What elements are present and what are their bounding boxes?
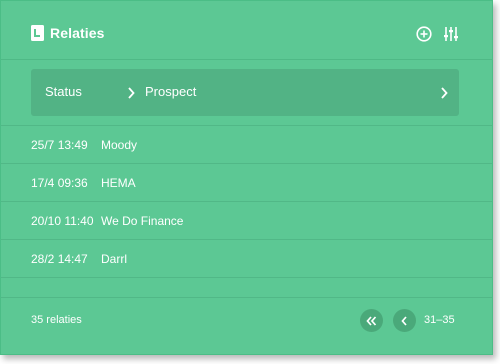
sliders-icon[interactable]	[443, 26, 459, 42]
page-range: 31–35	[424, 314, 455, 326]
relaties-widget: Relaties Status Prospect 25/7 13:49 Mood…	[0, 0, 493, 355]
item-timestamp: 28/2 14:47	[31, 252, 88, 266]
item-name: Darrl	[101, 252, 127, 266]
widget-title: Relaties	[50, 25, 105, 41]
relation-count: 35 relaties	[31, 314, 82, 326]
previous-page-button[interactable]	[393, 309, 416, 332]
relation-list: 25/7 13:49 Moody 17/4 09:36 HEMA 20/10 1…	[1, 125, 492, 278]
item-timestamp: 17/4 09:36	[31, 176, 88, 190]
item-timestamp: 20/10 11:40	[31, 214, 94, 228]
add-relation-icon[interactable]	[416, 26, 432, 42]
footer-divider	[1, 297, 492, 298]
chevron-left-icon	[401, 315, 407, 326]
item-name: HEMA	[101, 176, 136, 190]
list-item[interactable]: 28/2 14:47 Darrl	[1, 239, 492, 278]
list-item[interactable]: 25/7 13:49 Moody	[1, 125, 492, 163]
list-item[interactable]: 20/10 11:40 We Do Finance	[1, 201, 492, 239]
item-timestamp: 25/7 13:49	[31, 138, 88, 152]
double-chevron-left-icon	[366, 315, 377, 326]
status-filter[interactable]: Status Prospect	[31, 69, 459, 116]
widget-title-group: Relaties	[31, 25, 105, 41]
first-page-button[interactable]	[360, 309, 383, 332]
filter-key: Status	[45, 84, 82, 99]
address-book-icon	[31, 25, 44, 41]
item-name: We Do Finance	[101, 214, 184, 228]
chevron-right-icon	[127, 86, 135, 99]
item-name: Moody	[101, 138, 138, 152]
widget-header: Relaties	[1, 1, 492, 60]
list-item[interactable]: 17/4 09:36 HEMA	[1, 163, 492, 201]
filter-value: Prospect	[145, 84, 197, 99]
chevron-right-icon[interactable]	[440, 86, 448, 99]
